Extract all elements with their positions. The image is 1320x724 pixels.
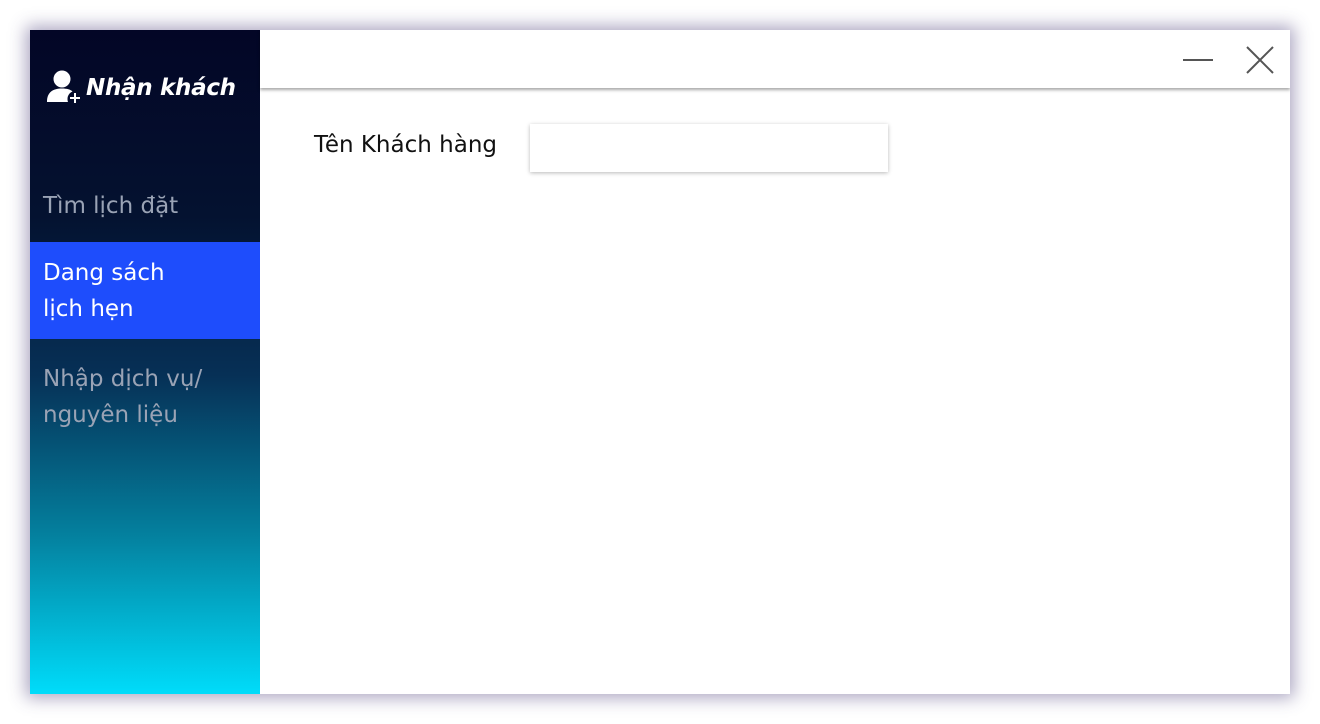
customer-name-input[interactable] — [530, 124, 888, 172]
brand: Nhận khách — [44, 68, 236, 108]
close-button[interactable] — [1240, 40, 1280, 80]
main-content: Tên Khách hàng — [260, 88, 1290, 694]
sidebar-item-import-services[interactable]: Nhập dịch vụ/ nguyên liệu — [30, 361, 260, 433]
sidebar-item-label: Tìm lịch đặt — [43, 193, 179, 219]
minimize-icon — [1178, 59, 1218, 84]
sidebar: Nhận khách Tìm lịch đặt Dang sách lịch h… — [30, 30, 260, 694]
customer-name-label: Tên Khách hàng — [314, 132, 497, 158]
add-user-icon — [44, 68, 84, 108]
sidebar-item-find-booking[interactable]: Tìm lịch đặt — [30, 188, 260, 226]
close-icon — [1240, 46, 1280, 84]
sidebar-item-label: Nhập dịch vụ/ nguyên liệu — [43, 366, 203, 428]
sidebar-item-label: Dang sách lịch hẹn — [43, 260, 165, 322]
app-window: Nhận khách Tìm lịch đặt Dang sách lịch h… — [30, 30, 1290, 694]
sidebar-item-appointment-list[interactable]: Dang sách lịch hẹn — [30, 242, 260, 339]
app-title: Nhận khách — [86, 75, 236, 101]
minimize-button[interactable] — [1178, 40, 1218, 80]
title-bar — [260, 30, 1290, 88]
